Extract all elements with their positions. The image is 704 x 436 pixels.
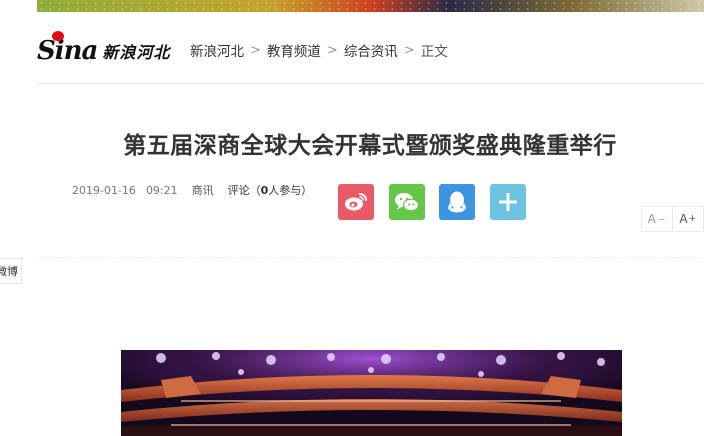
top-banner-ad[interactable]	[37, 0, 704, 12]
sina-eye-icon	[52, 31, 64, 41]
publish-date: 2019-01-16	[72, 183, 136, 197]
font-increase-label: A	[679, 212, 688, 226]
breadcrumb-separator: >	[250, 42, 261, 58]
comment-suffix: 人参与）	[268, 184, 313, 197]
comment-prefix: 评论（	[227, 184, 261, 197]
header: Sina 新浪河北 新浪河北 > 教育频道 > 综合资讯 > 正文	[37, 12, 704, 84]
plus-icon	[499, 193, 517, 211]
publish-time: 09:21	[145, 183, 178, 197]
breadcrumb-education[interactable]: 教育频道	[267, 40, 321, 60]
side-weibo-label: 微博	[0, 265, 18, 278]
article-source[interactable]: 商讯	[192, 182, 214, 198]
font-increase-button[interactable]: A +	[673, 207, 704, 231]
qq-icon	[448, 191, 466, 213]
wechat-icon	[395, 193, 420, 212]
minus-sign: －	[656, 215, 666, 226]
article-image	[121, 350, 622, 436]
banner-pattern	[37, 0, 704, 12]
font-decrease-label: A	[647, 212, 656, 226]
font-size-control: A － A +	[641, 206, 704, 232]
breadcrumb-sina-hebei[interactable]: 新浪河北	[190, 40, 244, 60]
theater-photo	[121, 350, 622, 436]
side-weibo-tab[interactable]: 微博	[0, 258, 22, 284]
article-title: 第五届深商全球大会开幕式暨颁奖盛典隆重举行	[123, 133, 617, 159]
breadcrumb: 新浪河北 > 教育频道 > 综合资讯 > 正文	[190, 40, 448, 61]
share-weibo-button[interactable]	[338, 184, 374, 220]
breadcrumb-news[interactable]: 综合资讯	[344, 40, 398, 60]
font-decrease-button[interactable]: A －	[642, 207, 673, 231]
plus-sign: +	[688, 214, 697, 224]
sina-logo[interactable]: Sina 新浪河北	[37, 31, 171, 68]
share-wechat-button[interactable]	[389, 184, 425, 220]
site-name: 新浪河北	[102, 43, 171, 62]
article-meta: 2019-01-16 09:21 商讯 评论（0人参与）	[72, 182, 312, 198]
comment-link[interactable]: 评论（0人参与）	[228, 182, 313, 198]
breadcrumb-separator: >	[403, 42, 415, 58]
weibo-icon	[345, 193, 367, 211]
share-more-button[interactable]	[490, 184, 526, 220]
sina-logo-mark: Sina	[37, 36, 98, 66]
share-qq-button[interactable]	[439, 184, 475, 220]
breadcrumb-current: 正文	[420, 44, 448, 60]
content-divider	[37, 257, 704, 258]
breadcrumb-separator: >	[326, 42, 338, 58]
